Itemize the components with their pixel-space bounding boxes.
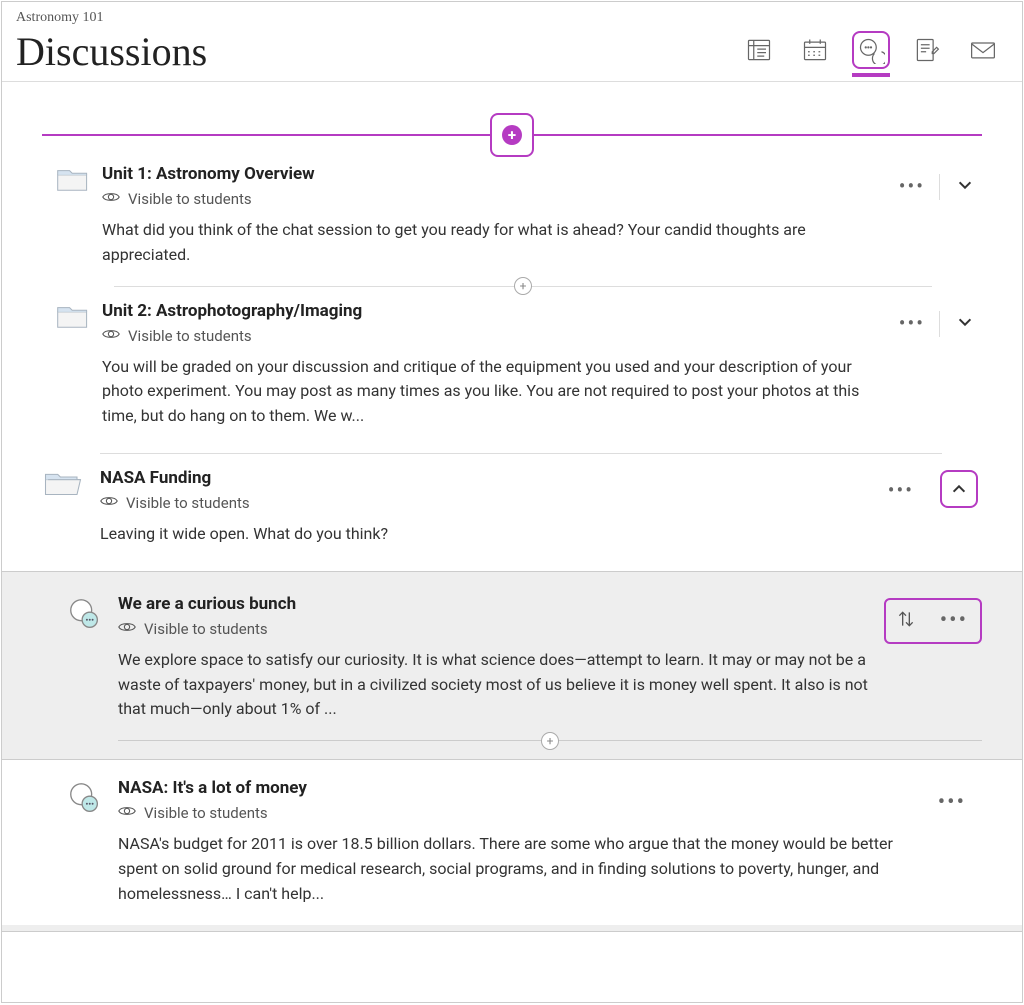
plus-icon: + [502, 125, 522, 145]
expand-button[interactable] [952, 309, 978, 335]
folder-description: Leaving it wide open. What do you think? [100, 522, 882, 557]
folder-item[interactable]: NASA Funding Visible to students Leaving… [42, 454, 982, 557]
insert-button[interactable]: + [514, 277, 532, 295]
folder-item[interactable]: Unit 1: Astronomy Overview Visible to st… [42, 156, 982, 286]
discussion-description: We explore space to satisfy our curiosit… [118, 648, 874, 740]
more-options-button[interactable]: ••• [897, 309, 927, 337]
discussion-icon [66, 778, 118, 924]
item-separator: + [114, 286, 932, 287]
add-divider: + [42, 134, 982, 136]
more-options-button[interactable]: ••• [897, 172, 927, 200]
visibility-row[interactable]: Visible to students [102, 327, 882, 345]
gradebook-icon [913, 36, 941, 64]
content-tool-button[interactable] [740, 31, 778, 69]
content-icon [745, 36, 773, 64]
discussion-title: We are a curious bunch [118, 594, 874, 614]
eye-icon [118, 620, 136, 638]
messages-tool-button[interactable] [964, 31, 1002, 69]
collapse-button[interactable] [946, 476, 972, 502]
eye-icon [102, 190, 120, 208]
folder-item[interactable]: Unit 2: Astrophotography/Imaging Visible… [42, 287, 982, 447]
visibility-row[interactable]: Visible to students [102, 190, 882, 208]
visibility-row[interactable]: Visible to students [118, 620, 874, 638]
visibility-row[interactable]: Visible to students [118, 804, 926, 822]
insert-button[interactable]: + [541, 732, 559, 750]
discussion-item[interactable]: NASA: It's a lot of money Visible to stu… [2, 759, 1022, 924]
discussion-controls-highlight: ••• [884, 598, 982, 644]
chevron-down-icon [956, 176, 974, 194]
folder-title: Unit 1: Astronomy Overview [102, 164, 882, 184]
folder-icon [56, 301, 102, 447]
eye-icon [102, 327, 120, 345]
messages-icon [969, 36, 997, 64]
visibility-row[interactable]: Visible to students [100, 494, 882, 512]
folder-icon [56, 164, 102, 286]
item-separator [100, 453, 942, 454]
gradebook-tool-button[interactable] [908, 31, 946, 69]
expand-button[interactable] [952, 172, 978, 198]
discussion-description: NASA's budget for 2011 is over 18.5 bill… [118, 832, 926, 924]
active-tab-underline [852, 73, 890, 77]
visibility-label: Visible to students [126, 494, 250, 512]
more-options-button[interactable]: ••• [936, 788, 968, 818]
panel-bottom-border [2, 931, 1022, 932]
calendar-icon [801, 36, 829, 64]
reorder-button[interactable] [896, 609, 916, 633]
discussions-icon [857, 36, 885, 64]
chevron-down-icon [956, 313, 974, 331]
add-folder-button[interactable]: + [490, 113, 534, 157]
nested-discussions-panel: We are a curious bunch Visible to studen… [2, 571, 1022, 932]
visibility-label: Visible to students [144, 804, 268, 822]
discussion-item[interactable]: We are a curious bunch Visible to studen… [66, 594, 982, 740]
visibility-label: Visible to students [128, 190, 252, 208]
visibility-label: Visible to students [144, 620, 268, 638]
folder-title: Unit 2: Astrophotography/Imaging [102, 301, 882, 321]
more-options-button[interactable]: ••• [886, 476, 916, 504]
nested-separator: + [118, 740, 982, 741]
header-toolbar [740, 31, 1008, 75]
eye-icon [100, 494, 118, 512]
discussion-icon [66, 594, 118, 740]
chevron-up-icon [950, 480, 968, 498]
page-title: Discussions [16, 28, 207, 75]
app-frame: Astronomy 101 Discussions [1, 1, 1023, 1003]
discussion-title: NASA: It's a lot of money [118, 778, 926, 798]
content-area: + Unit 1: Astronomy Overview Visible to … [2, 82, 1022, 932]
folder-title: NASA Funding [100, 468, 882, 488]
folder-description: You will be graded on your discussion an… [102, 355, 882, 447]
folder-open-icon [42, 468, 100, 557]
discussions-tool-button[interactable] [852, 31, 890, 69]
breadcrumb[interactable]: Astronomy 101 [16, 10, 207, 26]
page-header: Astronomy 101 Discussions [2, 2, 1022, 82]
eye-icon [118, 804, 136, 822]
more-options-button[interactable]: ••• [938, 606, 970, 636]
visibility-label: Visible to students [128, 327, 252, 345]
folder-description: What did you think of the chat session t… [102, 218, 882, 286]
calendar-tool-button[interactable] [796, 31, 834, 69]
